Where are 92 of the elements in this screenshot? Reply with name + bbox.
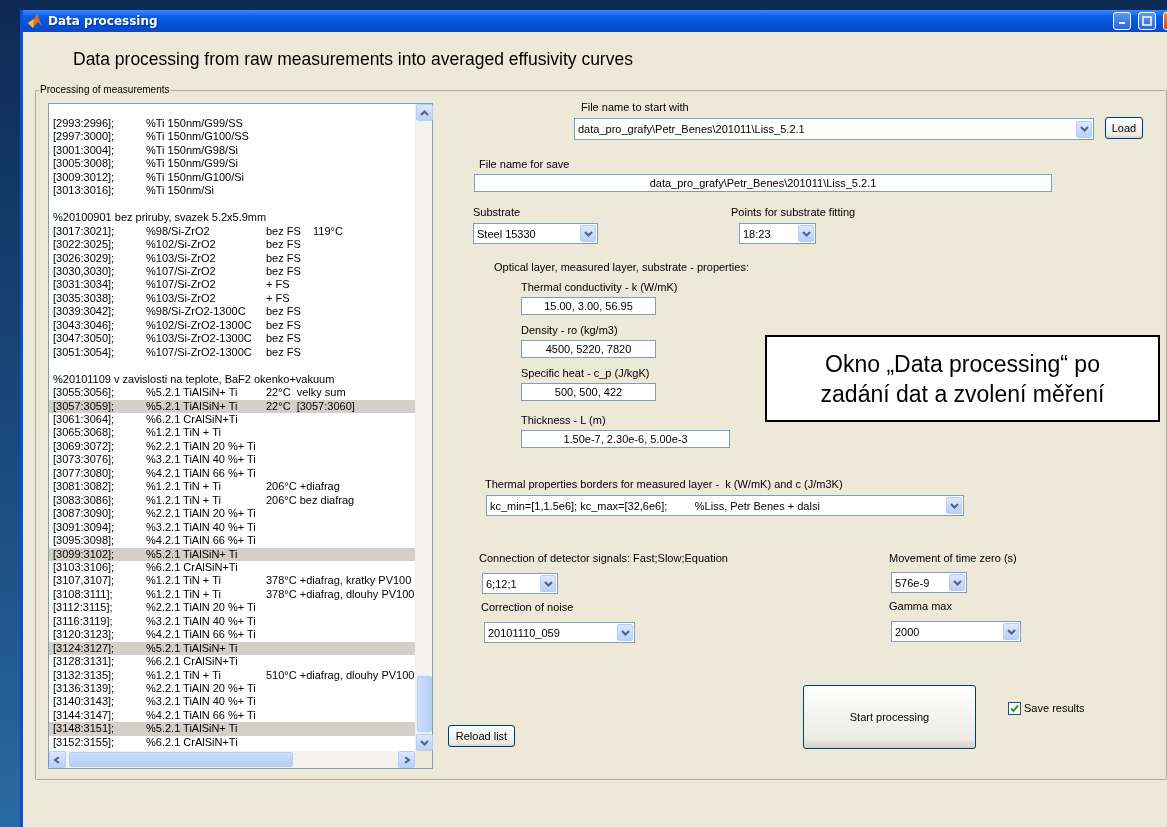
list-item[interactable]: [3001:3004]; %Ti 150nm/G98/Si bbox=[49, 143, 415, 158]
list-item[interactable]: [3136:3139]; %2.2.1 TiAlN 20 %+ Ti bbox=[49, 682, 415, 696]
list-item[interactable]: [3022:3025]; %102/Si-ZrO2 bez FS bbox=[49, 238, 415, 252]
minimize-button[interactable] bbox=[1113, 12, 1131, 30]
list-item[interactable]: [3035:3038]; %103/Si-ZrO2 + FS bbox=[49, 291, 415, 306]
field-label: Thermal conductivity - k (W/mK) bbox=[521, 281, 678, 294]
list-item[interactable]: [3055:3056]; %5.2.1 TiAlSiN+ Ti 22°C velky sum bbox=[49, 386, 415, 400]
input-field[interactable]: 15.00, 3.00, 56.95 bbox=[521, 297, 656, 315]
list-item[interactable]: [2993:2996]; %Ti 150nm/G99/SS bbox=[49, 117, 415, 131]
list-item[interactable]: [3099:3102]; %5.2.1 TiAlSiN+ Ti bbox=[49, 547, 415, 561]
scrollbar-thumb[interactable] bbox=[69, 752, 293, 767]
list-item[interactable]: [3148:3151]; %5.2.1 TiAlSiN+ Ti bbox=[49, 722, 415, 736]
scrollbar-corner bbox=[415, 751, 432, 768]
list-item[interactable]: [3039:3042]; %98/Si-ZrO2-1300C bez FS bbox=[49, 305, 415, 319]
dropdown[interactable]: 2000 bbox=[891, 621, 1021, 642]
horizontal-scrollbar[interactable] bbox=[49, 751, 415, 768]
start-processing-button[interactable]: Start processing bbox=[803, 685, 976, 749]
list-item[interactable]: [3047:3050]; %103/Si-ZrO2-1300C bez FS bbox=[49, 332, 415, 346]
field-label: File name to start with bbox=[581, 101, 690, 114]
list-item[interactable]: [3073:3076]; %3.2.1 TiAlN 40 %+ Ti bbox=[49, 453, 415, 467]
list-item[interactable]: [3103:3106]; %6.2.1 CrAlSiN+Ti bbox=[49, 560, 415, 575]
input-field[interactable]: 500, 500, 422 bbox=[521, 383, 656, 401]
list-item[interactable]: [3017:3021]; %98/Si-ZrO2 bez FS 119°C bbox=[49, 224, 415, 239]
load-button[interactable]: Load bbox=[1105, 117, 1143, 139]
field-label: Thickness - L (m) bbox=[521, 414, 606, 427]
group-title: Processing of measurements bbox=[39, 84, 171, 95]
check-icon bbox=[1010, 704, 1019, 713]
field-label: Connection of detector signals: Fast;Slow;Equation bbox=[479, 552, 728, 565]
list-item[interactable]: %20101109 v zavislosti na teplote, BaF2 okenko+vakuum bbox=[53, 372, 415, 387]
list-item[interactable]: [3051:3054]; %107/Si-ZrO2-1300C bez FS bbox=[49, 345, 415, 360]
list-item[interactable]: [3013:3016]; %Ti 150nm/Si bbox=[49, 184, 415, 198]
reload-list-button[interactable]: Reload list bbox=[448, 725, 515, 747]
field-label: Specific heat - c_p (J/kgK) bbox=[521, 367, 650, 380]
list-item[interactable]: [3120:3123]; %4.2.1 TiAlN 66 %+ Ti bbox=[49, 628, 415, 642]
list-item[interactable]: [3069:3072]; %2.2.1 TiAlN 20 %+ Ti bbox=[49, 439, 415, 454]
measurement-list[interactable] bbox=[48, 103, 433, 769]
section-title: Optical layer, measured layer, substrate - properties: bbox=[494, 261, 750, 274]
dropdown[interactable]: 6;12;1 bbox=[482, 573, 558, 594]
list-item[interactable]: [3140:3143]; %3.2.1 TiAlN 40 %+ Ti bbox=[49, 695, 415, 709]
list-item[interactable]: [3152:3155]; %6.2.1 CrAlSiN+Ti bbox=[49, 735, 415, 750]
list-item[interactable]: [3009:3012]; %Ti 150nm/G100/Si bbox=[49, 170, 415, 185]
list-item[interactable]: [3030,3030]; %107/Si-ZrO2 bez FS bbox=[49, 265, 415, 279]
dropdown[interactable]: kc_min=[1,1.5e6]; kc_max=[32,6e6]; %Liss, Petr Benes + dalsi bbox=[486, 495, 964, 516]
list-item[interactable]: [3087:3090]; %2.2.1 TiAlN 20 %+ Ti bbox=[49, 507, 415, 521]
list-item[interactable]: [3083:3086]; %1.2.1 TiN + Ti 206°C bez diafrag bbox=[49, 493, 415, 508]
dropdown[interactable]: data_pro_grafy\Petr_Benes\201011\Liss_5.2.1 bbox=[574, 118, 1094, 140]
input-field[interactable]: 1.50e-7, 2.30e-6, 5.00e-3 bbox=[521, 430, 730, 448]
list-item[interactable]: [3108:3111]; %1.2.1 TiN + Ti 378°C +diafrag, dlouhy PV100 bbox=[49, 587, 415, 602]
dropdown[interactable]: 20101110_059 bbox=[484, 622, 635, 643]
dropdown[interactable]: Steel 15330 bbox=[473, 223, 598, 244]
list-item[interactable]: [3077:3080]; %4.2.1 TiAlN 66 %+ Ti bbox=[49, 466, 415, 481]
maximize-icon bbox=[1142, 16, 1152, 26]
page-heading: Data processing from raw measurements into averaged effusivity curves bbox=[72, 48, 634, 71]
window-title: Data processing bbox=[48, 14, 159, 28]
maximize-button[interactable] bbox=[1138, 12, 1156, 30]
list-item[interactable]: [3061:3064]; %6.2.1 CrAlSiN+Ti bbox=[49, 412, 415, 427]
scrollbar-thumb[interactable] bbox=[417, 676, 432, 732]
list-item[interactable]: [3132:3135]; %1.2.1 TiN + Ti 510°C +diafrag, dlouhy PV100 bbox=[49, 668, 415, 683]
list-item[interactable]: [3116:3119]; %3.2.1 TiAlN 40 %+ Ti bbox=[49, 614, 415, 629]
field-label: Substrate bbox=[473, 206, 521, 219]
dropdown[interactable]: 576e-9 bbox=[891, 572, 967, 593]
list-item[interactable]: [3095:3098]; %4.2.1 TiAlN 66 %+ Ti bbox=[49, 534, 415, 548]
list-item[interactable]: [3043:3046]; %102/Si-ZrO2-1300C bez FS bbox=[49, 318, 415, 333]
list-item[interactable]: [2997:3000]; %Ti 150nm/G100/SS bbox=[49, 130, 415, 144]
list-item[interactable]: [3124:3127]; %5.2.1 TiAlSiN+ Ti bbox=[49, 641, 415, 656]
list-item[interactable]: %20100901 bez priruby, svazek 5.2x5.9mm bbox=[53, 211, 415, 225]
vertical-scrollbar[interactable] bbox=[415, 104, 432, 751]
field-label: Movement of time zero (s) bbox=[889, 552, 1017, 565]
list-item[interactable]: [3091:3094]; %3.2.1 TiAlN 40 %+ Ti bbox=[49, 520, 415, 535]
field-label: Density - ro (kg/m3) bbox=[521, 324, 618, 337]
list-item[interactable]: [3128:3131]; %6.2.1 CrAlSiN+Ti bbox=[49, 655, 415, 669]
checkbox-label: Save results bbox=[1024, 702, 1085, 715]
field-label: File name for save bbox=[479, 158, 571, 171]
annotation-callout: Okno „Data processing“ po zadání dat a zvolení měření bbox=[765, 335, 1160, 422]
list-item[interactable]: [3144:3147]; %4.2.1 TiAlN 66 %+ Ti bbox=[49, 708, 415, 723]
field-label: Thermal properties borders for measured layer - k (W/mK) and c (J/m3K) bbox=[485, 478, 844, 491]
field-label: Gamma max bbox=[889, 600, 952, 613]
list-item[interactable]: [3026:3029]; %103/Si-ZrO2 bez FS bbox=[49, 251, 415, 265]
checkbox[interactable] bbox=[1008, 702, 1021, 715]
field-label: Points for substrate fitting bbox=[731, 206, 856, 219]
list-item[interactable]: [3057:3059]; %5.2.1 TiAlSiN+ Ti 22°C [3057:3060] bbox=[49, 399, 415, 413]
input-field[interactable]: 4500, 5220, 7820 bbox=[521, 340, 656, 358]
list-item[interactable]: [3081:3082]; %1.2.1 TiN + Ti 206°C +diafrag bbox=[49, 480, 415, 494]
list-item[interactable]: [3065:3068]; %1.2.1 TiN + Ti bbox=[49, 426, 415, 440]
list-item[interactable]: [3112:3115]; %2.2.1 TiAlN 20 %+ Ti bbox=[49, 601, 415, 615]
app-logo-icon bbox=[27, 13, 43, 29]
list-item[interactable]: [3005:3008]; %Ti 150nm/G99/Si bbox=[49, 157, 415, 171]
dropdown[interactable]: 18:23 bbox=[739, 223, 816, 244]
list-item[interactable]: [3031:3034]; %107/Si-ZrO2 + FS bbox=[49, 278, 415, 292]
field-label: Correction of noise bbox=[481, 601, 574, 614]
input-field[interactable]: data_pro_grafy\Petr_Benes\201011\Liss_5.2.1 bbox=[474, 174, 1052, 192]
list-item[interactable]: [3107,3107]; %1.2.1 TiN + Ti 378°C +diafrag, kratky PV100 bbox=[49, 574, 415, 588]
